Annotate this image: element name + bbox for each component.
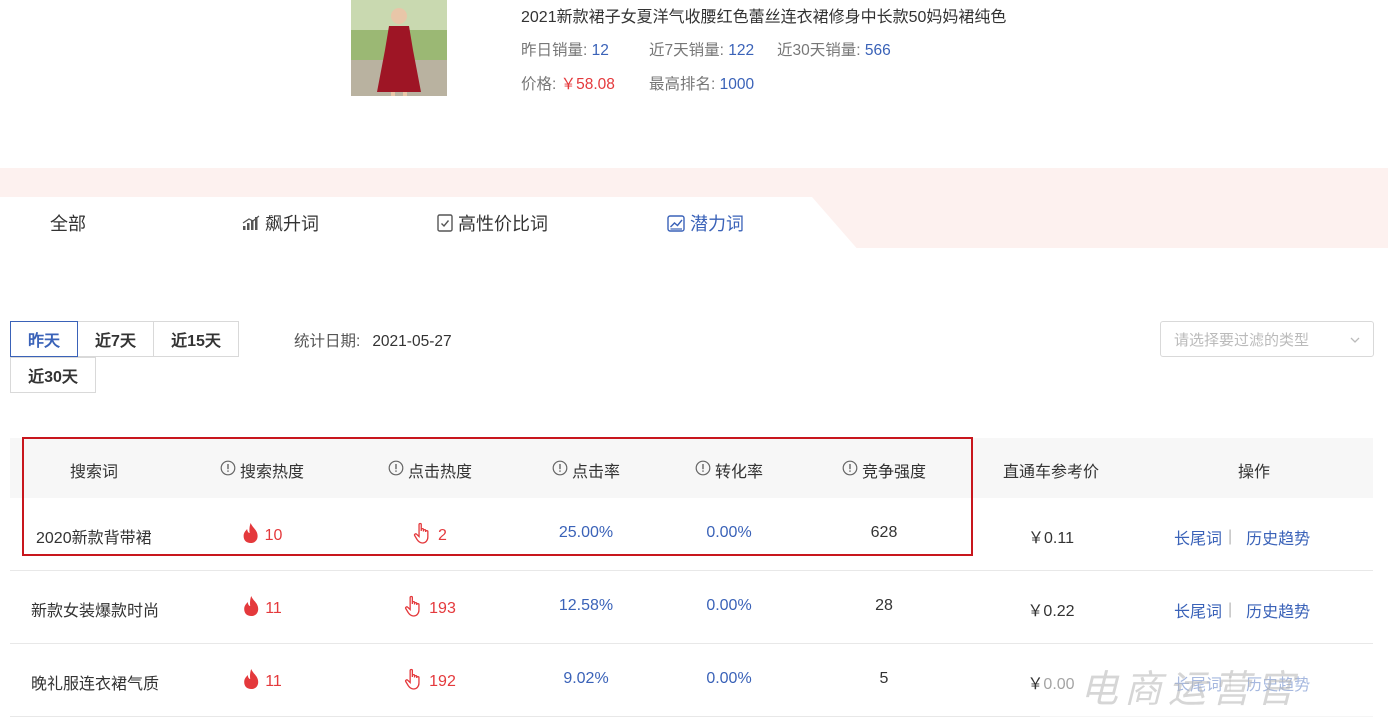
period-30d-button[interactable]: 近30天 [10,357,96,393]
chart-frame-icon [667,214,685,232]
info-icon [695,460,711,481]
history-trend-link[interactable]: 历史趋势 [1246,525,1310,549]
table-row-3-click-heat: 192 [404,668,456,695]
table-row-1-price: ￥0.11 [1028,530,1074,547]
period-yesterday-button[interactable]: 昨天 [10,321,78,357]
tab-value[interactable]: 高性价比词 [437,210,548,236]
divider: | [1228,528,1233,545]
tab-all-label: 全部 [50,214,86,234]
table-row-3-competition: 5 [879,670,889,687]
col-click-heat[interactable]: 点击热度 [388,458,472,482]
history-trend-link[interactable]: 历史趋势 [1246,598,1310,622]
col-ref-price: 直通车参考价 [1002,464,1100,481]
hand-pointer-icon [404,668,424,695]
table-header [10,438,1373,498]
rising-bars-icon [242,215,260,231]
watermark-logo: 电商运营官 [1040,650,1388,725]
table-row-2-ctr: 12.58% [558,597,614,614]
stat-sales-30d: 近30天销量: 566 [777,42,891,59]
tab-potential-label: 潜力词 [690,214,744,234]
stat-sales-7d: 近7天销量: 122 [649,42,755,59]
table-row-1-actions: 长尾词 | 历史趋势 [1174,525,1310,549]
stat-sales-yesterday: 昨日销量: 12 [521,42,609,59]
row-divider [10,643,1373,644]
info-icon [842,460,858,481]
period-15d-button[interactable]: 近15天 [153,321,239,357]
table-row-3-search-heat: 11 [242,668,282,695]
table-row-2-keyword: 新款女装爆款时尚 [31,603,160,620]
flame-icon [242,595,260,622]
type-filter-select[interactable]: 请选择要过滤的类型 [1160,321,1374,357]
flame-icon [242,522,260,549]
longtail-link[interactable]: 长尾词 [1174,525,1222,549]
table-row-2-price: ￥0.22 [1027,603,1075,620]
table-row-1-cvr: 0.00% [706,524,752,541]
table-row-3-keyword: 晚礼服连衣裙气质 [31,676,160,693]
checkbox-doc-icon [437,214,453,232]
table-row-2-search-heat: 11 [242,595,282,622]
info-icon [552,460,568,481]
table-row-3-cvr: 0.00% [706,670,752,687]
product-image[interactable] [351,0,447,96]
table-row-1-keyword: 2020新款背带裙 [36,530,152,547]
col-actions: 操作 [1237,464,1271,481]
col-competition[interactable]: 竞争强度 [842,458,926,482]
table-row-1-search-heat: 10 [242,522,282,549]
col-ctr[interactable]: 点击率 [552,458,620,482]
table-row-1-competition: 628 [870,524,898,541]
info-icon [220,460,236,481]
tab-rising[interactable]: 飙升词 [242,210,319,236]
table-row-2-competition: 28 [875,597,893,614]
hand-pointer-icon [413,522,433,549]
tab-potential[interactable]: 潜力词 [667,210,744,236]
stat-price: 价格: ￥58.08 [521,76,615,93]
table-row-2-actions: 长尾词 | 历史趋势 [1174,598,1310,622]
product-title[interactable]: 2021新款裙子女夏洋气收腰红色蕾丝连衣裙修身中长款50妈妈裙纯色 [521,3,1006,27]
tab-value-label: 高性价比词 [458,214,548,234]
stat-date: 统计日期: 2021-05-27 [294,333,452,350]
tab-rising-label: 飙升词 [265,214,319,234]
col-keyword: 搜索词 [69,464,119,481]
table-row-1-click-heat: 2 [413,522,447,549]
table-row-2-cvr: 0.00% [706,597,752,614]
row-divider [10,570,1373,571]
table-row-2-click-heat: 193 [404,595,456,622]
flame-icon [242,668,260,695]
stat-top-rank: 最高排名: 1000 [649,76,755,93]
col-search-heat[interactable]: 搜索热度 [220,458,304,482]
table-row-1-ctr: 25.00% [558,524,614,541]
longtail-link[interactable]: 长尾词 [1174,598,1222,622]
chevron-down-icon [1349,333,1361,350]
info-icon [388,460,404,481]
hand-pointer-icon [404,595,424,622]
type-filter-placeholder: 请选择要过滤的类型 [1174,331,1310,349]
period-7d-button[interactable]: 近7天 [77,321,154,357]
col-cvr[interactable]: 转化率 [695,458,763,482]
tab-all[interactable]: 全部 [50,210,86,236]
table-row-3-ctr: 9.02% [563,670,609,687]
divider: | [1228,601,1233,618]
